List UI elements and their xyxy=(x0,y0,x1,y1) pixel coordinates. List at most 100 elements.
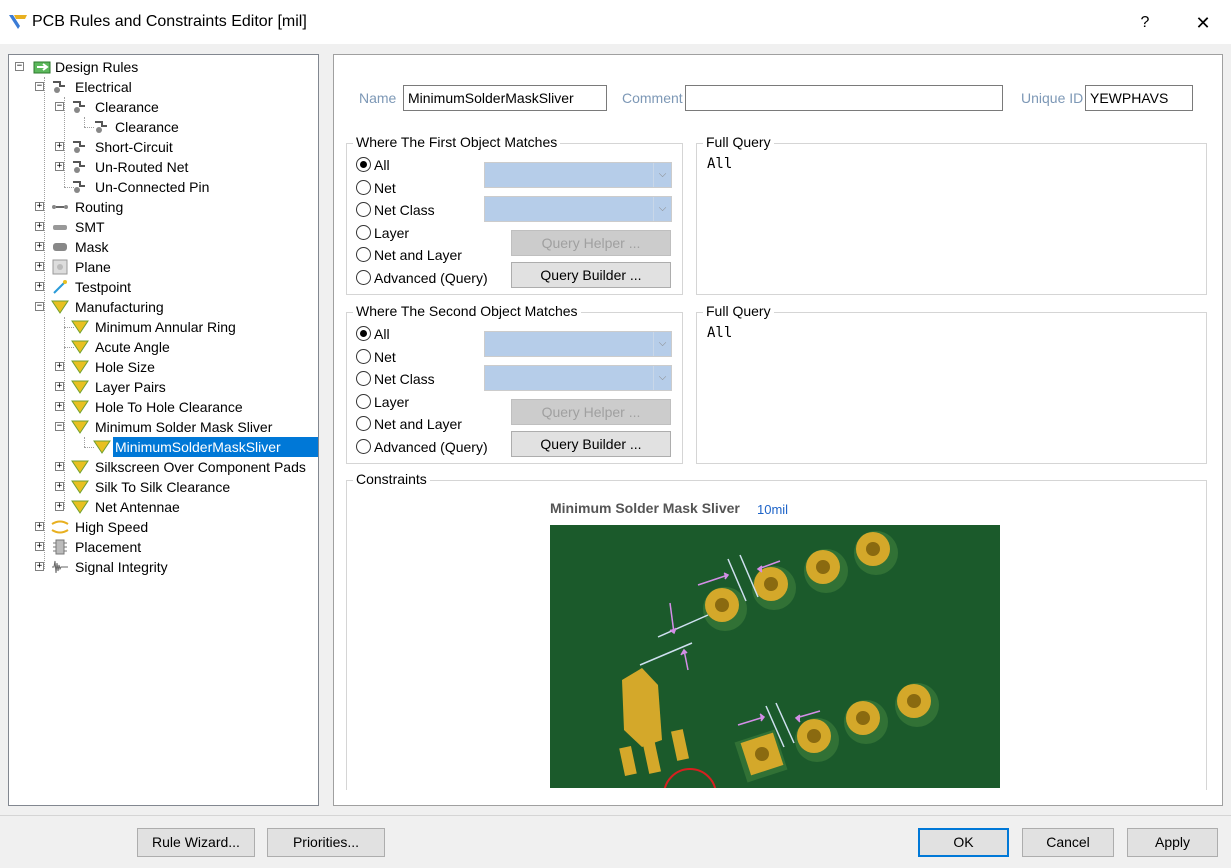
comment-label: Comment xyxy=(622,90,683,106)
apply-button[interactable]: Apply xyxy=(1127,828,1218,857)
radio-circle[interactable] xyxy=(356,247,371,262)
radio-circle[interactable] xyxy=(356,371,371,386)
expand-toggle[interactable]: + xyxy=(35,222,44,231)
tree-item-electrical[interactable]: − Electrical xyxy=(33,77,313,97)
tree-item-signal-integrity[interactable]: + Signal Integrity xyxy=(33,557,313,577)
expand-toggle[interactable]: + xyxy=(55,142,64,151)
radio-circle[interactable] xyxy=(356,416,371,431)
first-query-builder-button[interactable]: Query Builder ... xyxy=(511,262,671,288)
priorities-button[interactable]: Priorities... xyxy=(267,828,385,857)
collapse-toggle[interactable]: − xyxy=(55,422,64,431)
tree-item-high-speed[interactable]: + High Speed xyxy=(33,517,313,537)
tree-item-unconnected-pin[interactable]: Un-Connected Pin xyxy=(53,177,313,197)
tree-item-hole-size[interactable]: + Hole Size xyxy=(53,357,313,377)
tree-item-placement[interactable]: + Placement xyxy=(33,537,313,557)
first-net-class-combo[interactable]: ⌵ xyxy=(484,196,672,222)
tree-item-short-circuit[interactable]: + Short-Circuit xyxy=(53,137,313,157)
rule-wizard-button[interactable]: Rule Wizard... xyxy=(137,828,255,857)
radio-circle[interactable] xyxy=(356,439,371,454)
tree-item-mask[interactable]: + Mask xyxy=(33,237,313,257)
tree-item-testpoint[interactable]: + Testpoint xyxy=(33,277,313,297)
expand-toggle[interactable]: + xyxy=(35,282,44,291)
tree-item-design-rules[interactable]: − Design Rules xyxy=(13,57,313,77)
expand-toggle[interactable]: + xyxy=(35,562,44,571)
sliver-value-field[interactable]: 10mil xyxy=(757,502,788,517)
unconnected-pin-icon xyxy=(73,181,85,193)
help-button[interactable]: ? xyxy=(1130,10,1160,36)
tree-label: Manufacturing xyxy=(75,299,164,315)
radio-circle[interactable] xyxy=(356,270,371,285)
high-speed-icon xyxy=(51,520,69,534)
tree-item-clearance[interactable]: − Clearance xyxy=(53,97,313,117)
tree-label: Un-Routed Net xyxy=(95,159,189,175)
collapse-toggle[interactable]: − xyxy=(35,82,44,91)
tree-item-clearance-rule[interactable]: Clearance xyxy=(93,117,313,137)
second-net-class-combo[interactable]: ⌵ xyxy=(484,365,672,391)
first-net-combo[interactable]: ⌵ xyxy=(484,162,672,188)
tree-item-smt[interactable]: + SMT xyxy=(33,217,313,237)
signal-integrity-icon xyxy=(52,560,68,574)
tree-item-minimum-solder-mask-sliver[interactable]: − Minimum Solder Mask Sliver xyxy=(53,417,313,437)
cancel-button[interactable]: Cancel xyxy=(1022,828,1114,857)
expand-toggle[interactable]: + xyxy=(35,522,44,531)
group-title: Constraints xyxy=(353,471,430,487)
expand-toggle[interactable]: + xyxy=(55,382,64,391)
tree-item-manufacturing[interactable]: − Manufacturing xyxy=(33,297,313,317)
tree-item-plane[interactable]: + Plane xyxy=(33,257,313,277)
tree-label: Layer Pairs xyxy=(95,379,166,395)
expand-toggle[interactable]: + xyxy=(55,402,64,411)
radio-circle[interactable] xyxy=(356,225,371,240)
tree-label: Clearance xyxy=(95,99,159,115)
tree-item-silk-to-silk-clearance[interactable]: + Silk To Silk Clearance xyxy=(53,477,313,497)
expand-toggle[interactable]: + xyxy=(55,482,64,491)
second-query-builder-button[interactable]: Query Builder ... xyxy=(511,431,671,457)
highlight-circle xyxy=(663,768,717,788)
group-title: Full Query xyxy=(703,134,774,150)
second-net-combo[interactable]: ⌵ xyxy=(484,331,672,357)
radio-circle[interactable] xyxy=(356,157,371,172)
expand-toggle[interactable]: + xyxy=(55,462,64,471)
expand-toggle[interactable]: + xyxy=(35,262,44,271)
tree-item-routing[interactable]: + Routing xyxy=(33,197,313,217)
first-query-helper-button[interactable]: Query Helper ... xyxy=(511,230,671,256)
radio-circle[interactable] xyxy=(356,180,371,195)
radio-circle[interactable] xyxy=(356,202,371,217)
tree-item-minimum-annular-ring[interactable]: Minimum Annular Ring xyxy=(53,317,313,337)
name-input[interactable]: MinimumSolderMaskSliver xyxy=(403,85,607,111)
collapse-toggle[interactable]: − xyxy=(15,62,24,71)
tree-item-hole-to-hole-clearance[interactable]: + Hole To Hole Clearance xyxy=(53,397,313,417)
pcb-rules-app-icon xyxy=(9,15,27,29)
tree-item-silkscreen-over-component-pads[interactable]: + Silkscreen Over Component Pads xyxy=(53,457,313,477)
unique-id-input[interactable]: YEWPHAVS xyxy=(1085,85,1193,111)
expand-toggle[interactable]: + xyxy=(35,242,44,251)
close-button[interactable]: ✕ xyxy=(1186,10,1220,36)
manufacturing-rule-icon xyxy=(71,420,89,434)
radio-circle[interactable] xyxy=(356,394,371,409)
expand-toggle[interactable]: + xyxy=(35,542,44,551)
tree-item-unrouted-net[interactable]: + Un-Routed Net xyxy=(53,157,313,177)
tree-item-acute-angle[interactable]: Acute Angle xyxy=(53,337,313,357)
tree-item-minimum-solder-mask-sliver-rule[interactable]: MinimumSolderMaskSliver xyxy=(93,437,318,457)
ok-button[interactable]: OK xyxy=(918,828,1009,857)
second-query-helper-button[interactable]: Query Helper ... xyxy=(511,399,671,425)
smd-pad xyxy=(643,742,661,774)
manufacturing-rule-icon xyxy=(93,440,111,454)
expand-toggle[interactable]: + xyxy=(55,502,64,511)
design-rules-icon xyxy=(33,61,51,74)
radio-circle[interactable] xyxy=(356,326,371,341)
radio-label: All xyxy=(374,157,390,173)
comment-input[interactable] xyxy=(685,85,1003,111)
rules-tree[interactable]: − Design Rules − Electrical − Clearance … xyxy=(8,54,319,806)
radio-label: Layer xyxy=(374,394,410,410)
expand-toggle[interactable]: + xyxy=(55,362,64,371)
expand-toggle[interactable]: + xyxy=(55,162,64,171)
title-bar: PCB Rules and Constraints Editor [mil] ?… xyxy=(0,0,1231,44)
radio-circle[interactable] xyxy=(356,349,371,364)
tree-item-net-antennae[interactable]: + Net Antennae xyxy=(53,497,313,517)
chevron-down-icon: ⌵ xyxy=(653,197,671,221)
first-full-query-group: Full Query All xyxy=(696,134,1207,295)
expand-toggle[interactable]: + xyxy=(35,202,44,211)
collapse-toggle[interactable]: − xyxy=(55,102,64,111)
collapse-toggle[interactable]: − xyxy=(35,302,44,311)
tree-item-layer-pairs[interactable]: + Layer Pairs xyxy=(53,377,313,397)
